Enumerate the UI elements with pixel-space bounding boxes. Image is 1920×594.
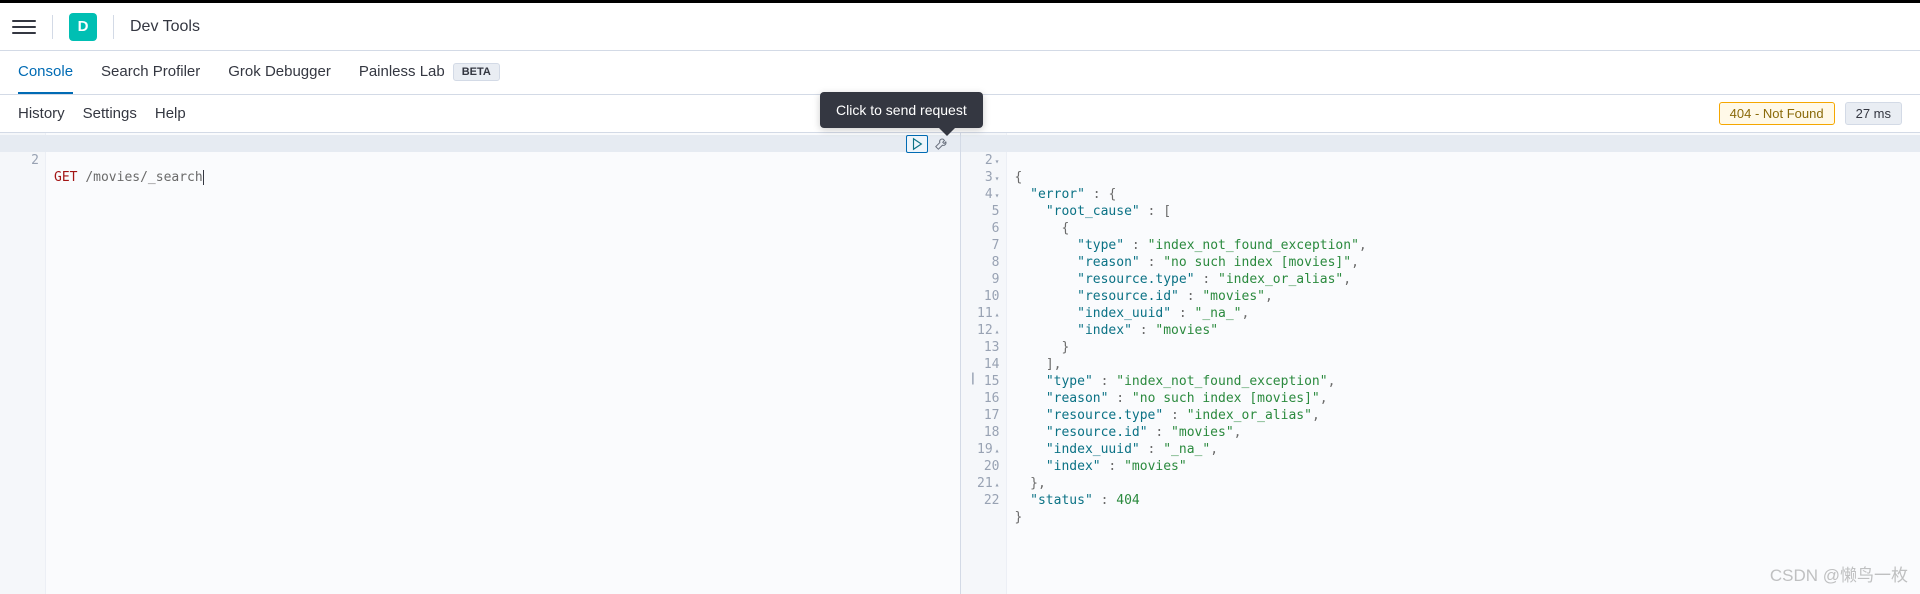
editor-panes: 12 GET /movies/_search 12345678910111213… [0, 133, 1920, 594]
response-pane: 12345678910111213141516171819202122 { "e… [960, 133, 1920, 594]
send-request-button[interactable] [906, 135, 928, 153]
tab-label: Search Profiler [101, 63, 200, 80]
pane-drag-handle[interactable]: || [971, 370, 972, 385]
separator [113, 15, 114, 39]
app-title: Dev Tools [130, 18, 200, 36]
status-badge: 404 - Not Found [1719, 102, 1835, 125]
app-icon[interactable]: D [69, 13, 97, 41]
wrench-icon [934, 137, 948, 151]
play-icon [910, 137, 924, 151]
response-viewer[interactable]: { "error" : { "root_cause" : [ { "type" … [1007, 133, 1920, 594]
history-link[interactable]: History [18, 105, 65, 122]
tab-label: Grok Debugger [228, 63, 331, 80]
request-pane: 12 GET /movies/_search [0, 133, 960, 594]
help-link[interactable]: Help [155, 105, 186, 122]
request-action-buttons [906, 135, 952, 153]
response-gutter: 12345678910111213141516171819202122 [961, 133, 1007, 594]
request-options-button[interactable] [930, 135, 952, 153]
hamburger-menu-icon[interactable] [12, 15, 36, 39]
timing-badge: 27 ms [1845, 102, 1902, 125]
separator [52, 15, 53, 39]
tab-label: Console [18, 63, 73, 80]
tab-grok-debugger[interactable]: Grok Debugger [228, 51, 331, 94]
tab-bar: Console Search Profiler Grok Debugger Pa… [0, 51, 1920, 95]
tab-painless-lab[interactable]: Painless Lab BETA [359, 51, 500, 94]
tab-search-profiler[interactable]: Search Profiler [101, 51, 200, 94]
app-header: D Dev Tools [0, 3, 1920, 51]
settings-link[interactable]: Settings [83, 105, 137, 122]
tab-label: Painless Lab [359, 63, 445, 80]
request-gutter: 12 [0, 133, 46, 594]
request-editor[interactable]: GET /movies/_search [46, 133, 960, 594]
beta-badge: BETA [453, 63, 500, 81]
send-request-tooltip: Click to send request [820, 92, 983, 128]
tab-console[interactable]: Console [18, 51, 73, 94]
